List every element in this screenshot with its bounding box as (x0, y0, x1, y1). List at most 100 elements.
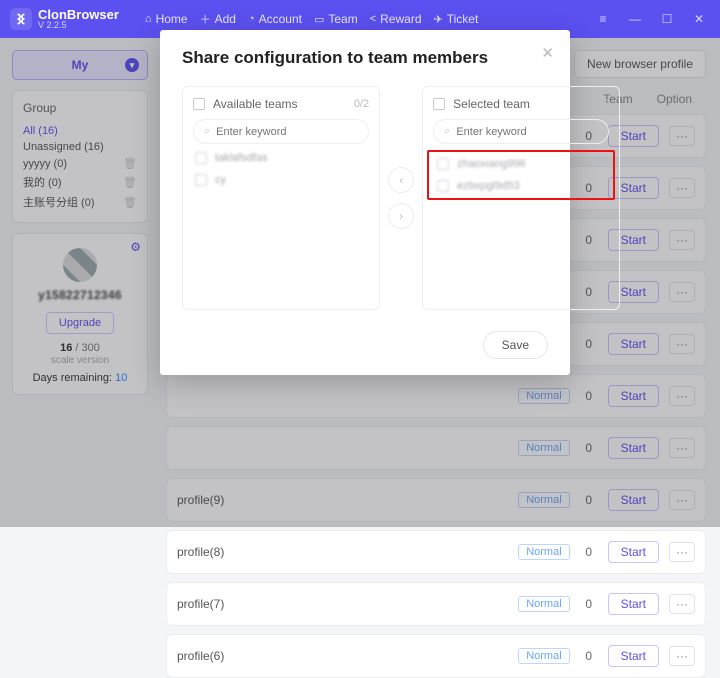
start-button[interactable]: Start (608, 645, 659, 667)
team-checkbox[interactable] (437, 180, 449, 192)
app-logo-icon (10, 8, 32, 30)
home-icon: ⌂ (145, 13, 152, 25)
selected-search[interactable]: ⌕ (433, 119, 609, 144)
account-icon: ◔ (248, 13, 255, 25)
trash-icon[interactable]: 🗑 (123, 196, 137, 209)
brand: ClonBrowser V 2.2.5 (10, 8, 119, 30)
status-badge: Normal (518, 388, 569, 404)
team-checkbox[interactable] (195, 152, 207, 164)
username: y15822712346 (38, 288, 122, 302)
selected-search-input[interactable] (456, 126, 598, 138)
top-nav: ⌂Home ＋Add ◔Account ▭Team <Reward ✈Ticket (145, 11, 478, 27)
start-button[interactable]: Start (608, 333, 659, 355)
nav-team[interactable]: ▭Team (314, 11, 358, 27)
group-item[interactable]: yyyyy (0)🗑 (23, 155, 137, 172)
start-button[interactable]: Start (608, 489, 659, 511)
transfer-controls: ‹ › (388, 86, 414, 310)
available-count: 0/2 (354, 98, 369, 110)
nav-account[interactable]: ◔Account (248, 11, 302, 27)
group-item[interactable]: All (16) (23, 123, 137, 139)
status-badge: Normal (518, 648, 569, 664)
profile-name: profile(7) (177, 597, 508, 611)
more-button[interactable]: ··· (669, 594, 695, 614)
group-card: Group All (16)Unassigned (16)yyyyy (0)🗑我… (12, 90, 148, 223)
selected-items-highlight: zhaoxiang996 ezbxpgl9d53 (427, 150, 615, 200)
more-button[interactable]: ··· (669, 386, 695, 406)
save-button[interactable]: Save (483, 331, 548, 359)
more-button[interactable]: ··· (669, 542, 695, 562)
nav-add[interactable]: ＋Add (200, 11, 236, 27)
select-all-selected-checkbox[interactable] (433, 98, 445, 110)
available-search[interactable]: ⌕ (193, 119, 369, 144)
move-right-button[interactable]: › (388, 203, 414, 229)
more-button[interactable]: ··· (669, 230, 695, 250)
more-button[interactable]: ··· (669, 126, 695, 146)
more-button[interactable]: ··· (669, 646, 695, 666)
status-badge: Normal (518, 440, 569, 456)
more-button[interactable]: ··· (669, 438, 695, 458)
new-browser-profile-button[interactable]: New browser profile (574, 50, 706, 78)
table-row: Normal0Start··· (166, 374, 706, 418)
close-icon[interactable]: ✕ (541, 44, 554, 62)
more-button[interactable]: ··· (669, 490, 695, 510)
available-teams-panel: Available teams 0/2 ⌕ taklafsdfascy (182, 86, 380, 310)
profile-name: profile(6) (177, 649, 508, 663)
table-row: Normal0Start··· (166, 426, 706, 470)
avatar (63, 248, 97, 282)
upgrade-button[interactable]: Upgrade (46, 312, 114, 334)
team-checkbox[interactable] (195, 174, 207, 186)
nav-reward[interactable]: <Reward (370, 11, 422, 27)
team-item[interactable]: zhaoxiang996 (437, 158, 607, 170)
selected-count: 0/2 (594, 98, 609, 110)
gear-icon[interactable]: ⚙ (130, 240, 141, 254)
nav-home[interactable]: ⌂Home (145, 11, 188, 27)
chevron-down-icon: ▾ (125, 58, 139, 72)
add-icon: ＋ (200, 11, 211, 27)
start-button[interactable]: Start (608, 541, 659, 563)
reward-icon: < (370, 13, 376, 25)
status-badge: Normal (518, 544, 569, 560)
search-icon: ⌕ (444, 125, 450, 138)
sidebar: My ▾ Group All (16)Unassigned (16)yyyyy … (0, 38, 160, 527)
menu-icon[interactable]: ≡ (592, 12, 614, 26)
team-count: 0 (580, 597, 598, 611)
team-count: 0 (580, 545, 598, 559)
team-checkbox[interactable] (437, 158, 449, 170)
move-left-button[interactable]: ‹ (388, 167, 414, 193)
table-row: profile(7)Normal0Start··· (166, 582, 706, 626)
table-row: profile(9)Normal0Start··· (166, 478, 706, 522)
team-item[interactable]: cy (195, 174, 369, 186)
table-row: profile(6)Normal0Start··· (166, 634, 706, 678)
group-item[interactable]: Unassigned (16) (23, 139, 137, 155)
ticket-icon: ✈ (434, 13, 443, 26)
team-item[interactable]: ezbxpgl9d53 (437, 180, 607, 192)
status-badge: Normal (518, 492, 569, 508)
select-all-available-checkbox[interactable] (193, 98, 205, 110)
window-controls: ≡ — ☐ ✕ (592, 12, 710, 26)
minimize-icon[interactable]: — (624, 12, 646, 26)
group-item[interactable]: 我的 (0)🗑 (23, 172, 137, 192)
group-item[interactable]: 主账号分组 (0)🗑 (23, 192, 137, 212)
team-icon: ▭ (314, 13, 324, 26)
account-card: ⚙ y15822712346 Upgrade 16 / 300 scale ve… (12, 233, 148, 395)
start-button[interactable]: Start (608, 593, 659, 615)
more-button[interactable]: ··· (669, 334, 695, 354)
trash-icon[interactable]: 🗑 (123, 176, 137, 189)
selected-team-panel: Selected team 0/2 ⌕ zhaoxiang996 ezbxpgl9… (422, 86, 620, 310)
available-search-input[interactable] (216, 126, 358, 138)
trash-icon[interactable]: 🗑 (123, 157, 137, 170)
team-item[interactable]: taklafsdfas (195, 152, 369, 164)
close-window-icon[interactable]: ✕ (688, 12, 710, 26)
maximize-icon[interactable]: ☐ (656, 12, 678, 26)
my-dropdown[interactable]: My ▾ (12, 50, 148, 80)
start-button[interactable]: Start (608, 385, 659, 407)
table-row: profile(8)Normal0Start··· (166, 530, 706, 574)
start-button[interactable]: Start (608, 437, 659, 459)
more-button[interactable]: ··· (669, 178, 695, 198)
nav-ticket[interactable]: ✈Ticket (434, 11, 479, 27)
more-button[interactable]: ··· (669, 282, 695, 302)
days-remaining: Days remaining: 10 (33, 372, 128, 384)
selected-title: Selected team (453, 97, 530, 111)
search-icon: ⌕ (204, 125, 210, 138)
modal-title: Share configuration to team members (182, 48, 548, 68)
